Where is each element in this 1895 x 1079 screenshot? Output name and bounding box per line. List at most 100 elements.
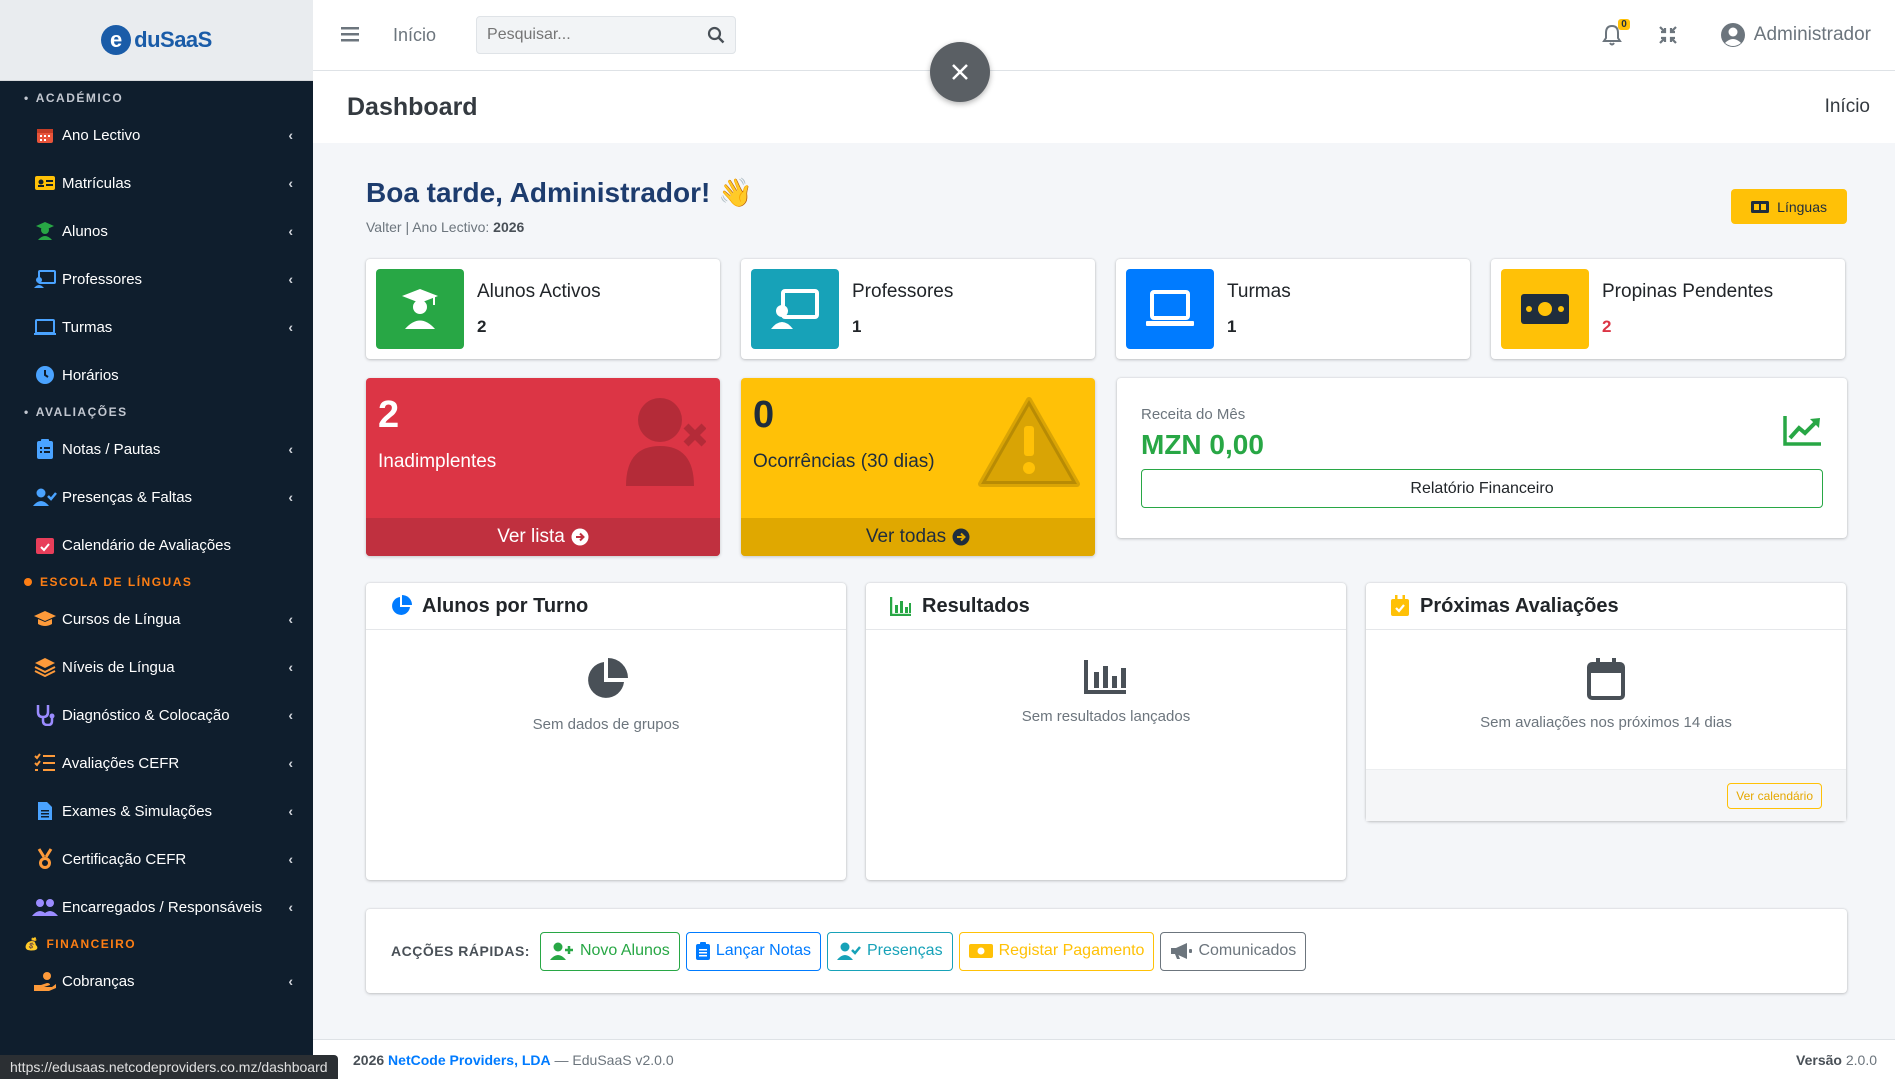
sidebar-item-avaliacoes-cefr[interactable]: Avaliações CEFR ‹: [0, 739, 313, 787]
sidebar-item-label: Diagnóstico & Colocação: [62, 706, 230, 724]
chevron-left-icon: ‹: [288, 127, 293, 143]
logo-mark: e: [101, 25, 132, 55]
sidebar-item-label: Horários: [62, 366, 119, 384]
small-box-ocorrencias: 0 Ocorrências (30 dias) Ver todas: [741, 378, 1095, 556]
card-footer: Ver calendário: [1366, 769, 1846, 821]
greeting: Boa tarde, Administrador! 👋 Valter | Ano…: [366, 176, 753, 235]
footer-company-link[interactable]: NetCode Providers, LDA: [388, 1052, 551, 1068]
chevron-left-icon: ‹: [288, 755, 293, 771]
chevron-left-icon: ‹: [288, 271, 293, 287]
user-check-icon: [836, 942, 861, 960]
nav-home-link[interactable]: Início: [393, 25, 436, 46]
stethoscope-icon: [32, 704, 58, 726]
card-body: Sem resultados lançados: [866, 630, 1346, 880]
clipboard-list-icon: [32, 438, 58, 460]
close-overlay-button[interactable]: [930, 42, 990, 102]
lancar-notas-button[interactable]: Lançar Notas: [685, 931, 821, 971]
id-card-icon: [32, 172, 58, 194]
small-box-inadimplentes: 2 Inadimplentes Ver lista: [366, 378, 720, 556]
comunicados-button[interactable]: Comunicados: [1160, 931, 1307, 971]
search-input[interactable]: [477, 26, 698, 44]
chart-line-icon: [1783, 414, 1823, 451]
sidebar-item-ano-lectivo[interactable]: Ano Lectivo ‹: [0, 111, 313, 159]
close-icon: [952, 64, 968, 80]
sidebar-item-presencas-faltas[interactable]: Presenças & Faltas ‹: [0, 473, 313, 521]
money-bill-icon: [968, 944, 993, 958]
card-body: Sem dados de grupos: [366, 630, 846, 880]
sidebar-item-turmas[interactable]: Turmas ‹: [0, 303, 313, 351]
calendar-grid-icon: [32, 124, 58, 146]
teacher-board-icon: [32, 268, 58, 290]
sidebar-item-diagnostico[interactable]: Diagnóstico & Colocação ‹: [0, 691, 313, 739]
financial-report-button[interactable]: Relatório Financeiro: [1141, 469, 1823, 508]
content-header: Dashboard Início: [313, 71, 1895, 143]
card-body: Sem avaliações nos próximos 14 dias: [1366, 630, 1846, 769]
ver-lista-link[interactable]: Ver lista: [366, 518, 720, 556]
sidebar-item-label: Cursos de Língua: [62, 610, 181, 628]
sidebar-item-certificacao-cefr[interactable]: Certificação CEFR ‹: [0, 835, 313, 883]
sidebar-item-label: Professores: [62, 270, 143, 288]
card-header: Resultados: [866, 583, 1346, 630]
card-alunos-por-turno: Alunos por Turno Sem dados de grupos: [366, 583, 846, 880]
languages-button[interactable]: Línguas: [1731, 189, 1847, 224]
chevron-left-icon: ‹: [288, 223, 293, 239]
logo-text: duSaaS: [134, 27, 212, 52]
list-check-icon: [32, 752, 58, 774]
sidebar-item-alunos[interactable]: Alunos ‹: [0, 207, 313, 255]
sidebar-item-encarregados[interactable]: Encarregados / Responsáveis ‹: [0, 883, 313, 931]
nav-header-escola-linguas: ESCOLA DE LÍNGUAS: [0, 569, 313, 595]
sidebar-item-matriculas[interactable]: Matrículas ‹: [0, 159, 313, 207]
sidebar: e duSaaS • ACADÉMICO Ano Lectivo ‹ Matríc…: [0, 0, 313, 1079]
sidebar-item-cursos-lingua[interactable]: Cursos de Língua ‹: [0, 595, 313, 643]
ver-todas-link[interactable]: Ver todas: [741, 518, 1095, 556]
sidebar-item-label: Exames & Simulações: [62, 802, 213, 820]
novo-alunos-button[interactable]: Novo Alunos: [539, 931, 680, 971]
classroom-monitor-icon: [32, 316, 58, 338]
footer-copyright: 2026 NetCode Providers, LDA — EduSaaS v2…: [353, 1051, 674, 1068]
graduate-icon: [376, 269, 464, 349]
info-box-title: Turmas: [1227, 281, 1291, 302]
sidebar-item-notas-pautas[interactable]: Notas / Pautas ‹: [0, 425, 313, 473]
clipboard-icon: [695, 942, 710, 960]
teacher-board-icon: [751, 269, 839, 349]
registar-pagamento-button[interactable]: Registar Pagamento: [958, 931, 1155, 971]
top-navbar: Início 0 Administrador: [313, 0, 1895, 71]
sidebar-item-niveis-lingua[interactable]: Níveis de Língua ‹: [0, 643, 313, 691]
chevron-left-icon: ‹: [288, 659, 293, 675]
classroom-monitor-icon: [1126, 269, 1214, 349]
greeting-subtitle: Valter | Ano Lectivo: 2026: [366, 219, 525, 235]
chevron-left-icon: ‹: [288, 611, 293, 627]
sidebar-item-label: Matrículas: [62, 174, 132, 192]
fullscreen-compress-icon[interactable]: [1656, 23, 1680, 47]
brand-logo[interactable]: e duSaaS: [101, 25, 212, 55]
user-menu[interactable]: Administrador: [1720, 22, 1871, 48]
empty-state-text: Sem avaliações nos próximos 14 dias: [1480, 714, 1732, 731]
search-icon[interactable]: [697, 26, 735, 44]
brand[interactable]: e duSaaS: [0, 0, 313, 81]
pie-chart-icon: [588, 658, 628, 698]
top-right-controls: 0 Administrador: [1598, 19, 1871, 49]
sidebar-item-label: Turmas: [62, 318, 113, 336]
presencas-button[interactable]: Presenças: [826, 931, 953, 971]
sidebar-item-exames-simulacoes[interactable]: Exames & Simulações ‹: [0, 787, 313, 835]
calendar-check-icon: [32, 534, 58, 556]
card-header: Próximas Avaliações: [1366, 583, 1846, 630]
bar-chart-icon: [1084, 660, 1126, 694]
info-box-turmas: Turmas 1: [1116, 259, 1470, 359]
money-bill-icon: [1501, 269, 1589, 349]
ver-calendario-button[interactable]: Ver calendário: [1727, 782, 1822, 809]
sidebar-item-horarios[interactable]: Horários: [0, 351, 313, 399]
hamburger-menu-icon[interactable]: [341, 21, 361, 49]
sidebar-item-cobrancas[interactable]: Cobranças ‹: [0, 957, 313, 1005]
nav-header-avaliacoes: • AVALIAÇÕES: [24, 405, 128, 419]
breadcrumb[interactable]: Início: [1825, 96, 1870, 118]
sidebar-item-professores[interactable]: Professores ‹: [0, 255, 313, 303]
sidebar-item-label: Encarregados / Responsáveis: [62, 898, 263, 916]
notifications-bell-icon[interactable]: 0: [1598, 19, 1630, 49]
chevron-left-icon: ‹: [288, 441, 293, 457]
sidebar-item-label: Certificação CEFR: [62, 850, 187, 868]
sidebar-item-label: Presenças & Faltas: [62, 488, 193, 506]
footer-version: Versão 2.0.0: [1796, 1051, 1877, 1068]
sidebar-item-calendario-avaliacoes[interactable]: Calendário de Avaliações: [0, 521, 313, 569]
chevron-left-icon: ‹: [288, 899, 293, 915]
